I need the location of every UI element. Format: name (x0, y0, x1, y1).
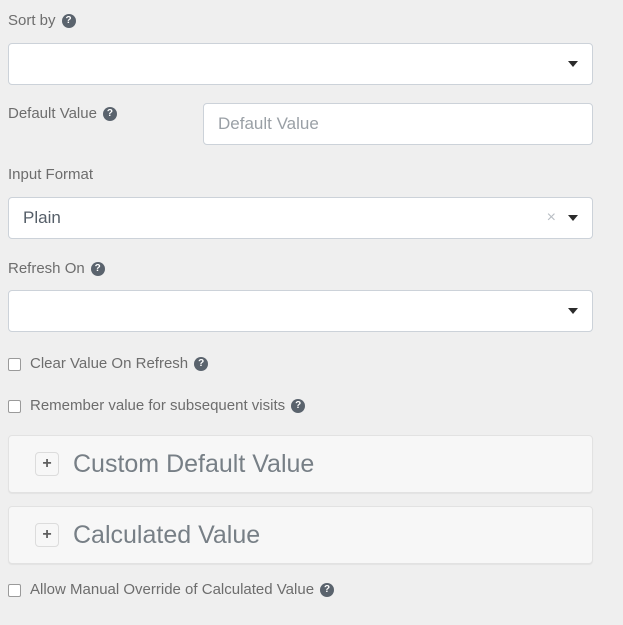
help-circle-icon[interactable]: ? (291, 399, 306, 413)
sort-by-label-text: Sort by (8, 12, 56, 29)
allow-manual-override-label-text: Allow Manual Override of Calculated Valu… (30, 581, 315, 598)
refresh-on-label-text: Refresh On (8, 260, 85, 277)
default-value-label: Default Value ? (8, 105, 117, 123)
remember-value-checkbox[interactable] (8, 399, 21, 413)
close-x-icon[interactable]: × (545, 210, 558, 226)
help-circle-icon[interactable]: ? (102, 107, 117, 121)
help-circle-icon[interactable]: ? (61, 14, 76, 28)
plus-icon[interactable]: + (35, 452, 59, 476)
remember-value-label: Remember value for subsequent visits ? (30, 397, 306, 415)
allow-manual-override-checkbox[interactable] (8, 583, 21, 597)
checkbox-row-clear-value-on-refresh[interactable]: Clear Value On Refresh ? (8, 355, 209, 373)
help-circle-icon[interactable]: ? (320, 583, 335, 597)
clear-value-on-refresh-label-text: Clear Value On Refresh (30, 355, 189, 372)
accordion-custom-default-value[interactable]: + Custom Default Value (8, 435, 593, 493)
input-format-label: Input Format (8, 166, 93, 184)
field-row-input-format: Input Format (8, 166, 93, 184)
accordion-calculated-value[interactable]: + Calculated Value (8, 506, 593, 564)
refresh-on-select[interactable] (8, 290, 593, 332)
field-settings-form: Sort by ? Default Value ? Default Value … (0, 0, 623, 625)
field-row-default-value: Default Value ? (8, 105, 117, 123)
field-row-sort-by: Sort by ? (8, 12, 76, 30)
plus-icon[interactable]: + (35, 523, 59, 547)
input-format-select[interactable]: Plain × (8, 197, 593, 239)
remember-value-label-text: Remember value for subsequent visits (30, 397, 286, 414)
refresh-on-label: Refresh On ? (8, 260, 105, 278)
input-format-value: Plain (23, 208, 61, 227)
checkbox-row-allow-manual-override[interactable]: Allow Manual Override of Calculated Valu… (8, 581, 335, 599)
default-value-label-text: Default Value (8, 105, 97, 122)
sort-by-label: Sort by ? (8, 12, 76, 30)
field-row-refresh-on: Refresh On ? (8, 260, 105, 278)
clear-value-on-refresh-label: Clear Value On Refresh ? (30, 355, 209, 373)
input-format-label-text: Input Format (8, 166, 94, 183)
chevron-down-icon[interactable] (568, 308, 578, 314)
help-circle-icon[interactable]: ? (194, 357, 209, 371)
checkbox-row-remember-value[interactable]: Remember value for subsequent visits ? (8, 397, 306, 415)
default-value-input-wrapper[interactable]: Default Value (203, 103, 593, 145)
allow-manual-override-label: Allow Manual Override of Calculated Valu… (30, 581, 335, 599)
help-circle-icon[interactable]: ? (90, 262, 105, 276)
clear-value-on-refresh-checkbox[interactable] (8, 357, 21, 371)
chevron-down-icon[interactable] (568, 215, 578, 221)
accordion-title-calculated-value: Calculated Value (73, 521, 261, 549)
sort-by-select[interactable] (8, 43, 593, 85)
accordion-title-custom-default-value: Custom Default Value (73, 450, 315, 478)
default-value-input[interactable]: Default Value (218, 104, 582, 144)
chevron-down-icon[interactable] (568, 61, 578, 67)
